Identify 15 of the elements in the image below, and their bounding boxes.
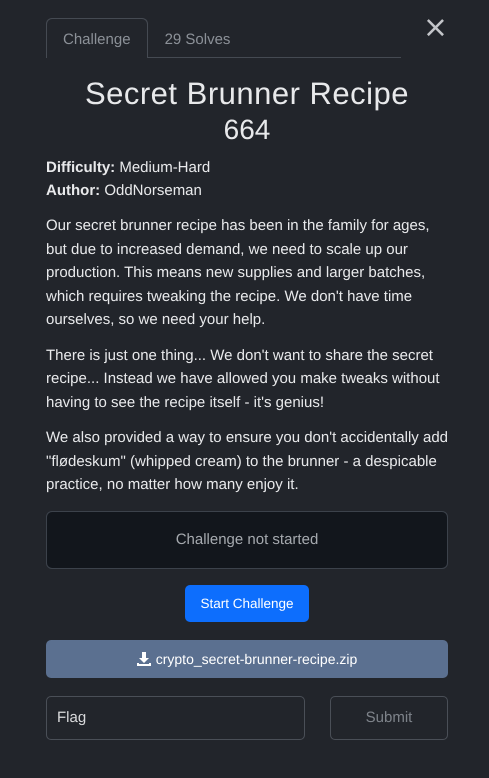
flag-input[interactable]: Flag xyxy=(46,696,305,740)
description-paragraph: There is just one thing... We don't want to share the secret recipe... Instead we have allowed you make tweaks without having to see the recipe itself - it's genius! xyxy=(46,346,441,412)
status-text: Challenge not started xyxy=(176,531,318,548)
description-paragraph: We also provided a way to ensure you don't accidentally add "flødeskum" (whipped cream) to the brunner - a despicable practice, no matter how many enjoy it. xyxy=(46,428,448,495)
download-button[interactable]: crypto_secret-brunner-recipe.zip xyxy=(46,640,448,678)
meta-line: Difficulty: Medium-Hard xyxy=(46,158,212,178)
challenge-title: Secret Brunner Recipe xyxy=(84,76,410,112)
tab[interactable]: 29 Solves xyxy=(148,18,248,58)
close-button[interactable]: × xyxy=(422,16,448,40)
tab[interactable]: Challenge xyxy=(46,18,148,58)
meta-line: Author: OddNorseman xyxy=(46,181,203,201)
download-icon xyxy=(136,652,151,666)
description-paragraph: Our secret brunner recipe has been in the family for ages, but due to increased demand, we need to scale up our production. This means new supplies and larger batches, which requires tweaking the recipe. We don't have time ourselves, so we need your help. xyxy=(46,216,431,330)
points-value: 664 xyxy=(222,114,272,146)
start-challenge-button[interactable]: Start Challenge xyxy=(185,584,309,622)
